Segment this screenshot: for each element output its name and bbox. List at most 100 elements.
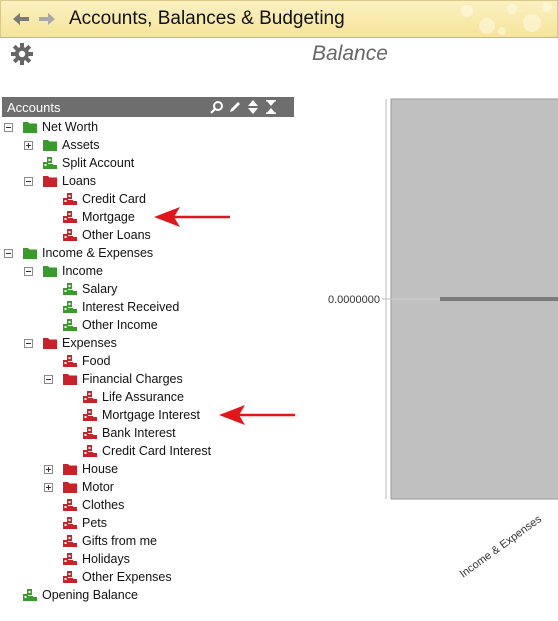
tree-row-other-income[interactable]: Other Income: [44, 316, 158, 334]
tree-row-gifts-from-me[interactable]: Gifts from me: [44, 532, 157, 550]
tree-row-label: Clothes: [82, 498, 125, 512]
bar-income-expenses[interactable]: [440, 297, 558, 301]
account-icon: [63, 517, 77, 529]
red-arrow-mortgage-interest: [219, 405, 295, 425]
y-tick-label: 0.0000000: [328, 294, 380, 306]
tree-row-label: Mortgage Interest: [102, 408, 200, 422]
expand-icon[interactable]: [44, 482, 53, 492]
accounts-header-label: Accounts: [7, 99, 61, 115]
account-icon: [83, 445, 97, 457]
tree-row-label: Assets: [62, 138, 100, 152]
folder-icon: [23, 247, 37, 259]
tree-row-assets[interactable]: Assets: [24, 136, 100, 154]
tree-row-holidays[interactable]: Holidays: [44, 550, 130, 568]
account-icon: [63, 229, 77, 241]
tree-row-credit-card-interest[interactable]: Credit Card Interest: [64, 442, 211, 460]
tree-row-label: Salary: [82, 282, 118, 296]
back-arrow-icon[interactable]: [11, 9, 31, 29]
collapse-tree-icon[interactable]: [4, 248, 13, 258]
collapse-tree-icon[interactable]: [24, 266, 33, 276]
tree-row-salary[interactable]: Salary: [44, 280, 117, 298]
tree-row-income[interactable]: Income: [24, 262, 103, 280]
edit-icon[interactable]: [228, 100, 242, 114]
expand-icon[interactable]: [44, 464, 53, 474]
tree-row-label: Interest Received: [82, 300, 180, 314]
account-icon: [63, 571, 77, 583]
collapse-icon[interactable]: [264, 100, 278, 114]
red-arrow-mortgage: [154, 207, 230, 227]
tree-row-other-expenses[interactable]: Other Expenses: [44, 568, 172, 586]
tree-row-house[interactable]: House: [44, 460, 118, 478]
accounts-header: Accounts: [2, 97, 294, 117]
tree-row-bank-interest[interactable]: Bank Interest: [64, 424, 176, 442]
tree-row-label: Holidays: [82, 552, 130, 566]
account-icon: [63, 283, 77, 295]
tree-row-interest-received[interactable]: Interest Received: [44, 298, 179, 316]
tree-row-motor[interactable]: Motor: [44, 478, 114, 496]
window-title: Accounts, Balances & Budgeting: [69, 8, 345, 29]
tree-row-label: Other Loans: [82, 228, 151, 242]
tree-row-expenses[interactable]: Expenses: [24, 334, 117, 352]
title-decoration: [461, 2, 552, 35]
folder-icon: [63, 373, 77, 385]
tree-row-credit-card[interactable]: Credit Card: [44, 190, 146, 208]
tree-row-label: House: [82, 462, 119, 476]
tree-row-split-account[interactable]: Split Account: [24, 154, 134, 172]
tree-row-label: Pets: [82, 516, 108, 530]
tree-row-label: Financial Charges: [82, 372, 183, 386]
tree-row-label: Food: [82, 354, 111, 368]
collapse-tree-icon[interactable]: [24, 176, 33, 186]
gear-icon[interactable]: [11, 43, 33, 65]
tree-row-loans[interactable]: Loans: [24, 172, 96, 190]
tree-row-label: Opening Balance: [42, 588, 138, 602]
tree-row-other-loans[interactable]: Other Loans: [44, 226, 151, 244]
tree-row-mortgage-interest[interactable]: Mortgage Interest: [64, 406, 200, 424]
tree-row-pets[interactable]: Pets: [44, 514, 107, 532]
folder-icon: [43, 139, 57, 151]
tree-row-opening-balance[interactable]: Opening Balance: [4, 586, 138, 604]
tree-row-net-worth[interactable]: Net Worth: [4, 118, 98, 136]
collapse-tree-icon[interactable]: [44, 374, 53, 384]
tree-row-label: Mortgage: [82, 210, 135, 224]
folder-icon: [63, 463, 77, 475]
folder-icon: [63, 481, 77, 493]
tree-row-label: Motor: [82, 480, 114, 494]
tree-row-life-assurance[interactable]: Life Assurance: [64, 388, 184, 406]
balance-chart: 0.0000000 Income & Expenses: [328, 98, 558, 581]
tree-row-label: Credit Card: [82, 192, 146, 206]
tree-row-label: Gifts from me: [82, 534, 158, 548]
tree-row-financial-charges[interactable]: Financial Charges: [44, 370, 183, 388]
account-icon: [83, 427, 97, 439]
folder-icon: [43, 337, 57, 349]
account-icon: [63, 301, 77, 313]
sort-icon[interactable]: [246, 100, 260, 114]
collapse-tree-icon[interactable]: [24, 338, 33, 348]
tree-row-mortgage[interactable]: Mortgage: [44, 208, 135, 226]
folder-icon: [43, 265, 57, 277]
account-icon: [63, 499, 77, 511]
tree-row-clothes[interactable]: Clothes: [44, 496, 124, 514]
account-icon: [63, 319, 77, 331]
tree-row-food[interactable]: Food: [44, 352, 111, 370]
tree-row-label: Income: [62, 264, 103, 278]
tree-row-label: Split Account: [62, 156, 135, 170]
forward-arrow-icon[interactable]: [37, 9, 57, 29]
x-category-label: Income & Expenses: [458, 513, 545, 581]
collapse-tree-icon[interactable]: [4, 122, 13, 132]
expand-icon[interactable]: [24, 140, 33, 150]
search-icon[interactable]: [210, 100, 224, 114]
tree-row-income-expenses[interactable]: Income & Expenses: [4, 244, 153, 262]
page-title: Balance: [312, 42, 388, 65]
